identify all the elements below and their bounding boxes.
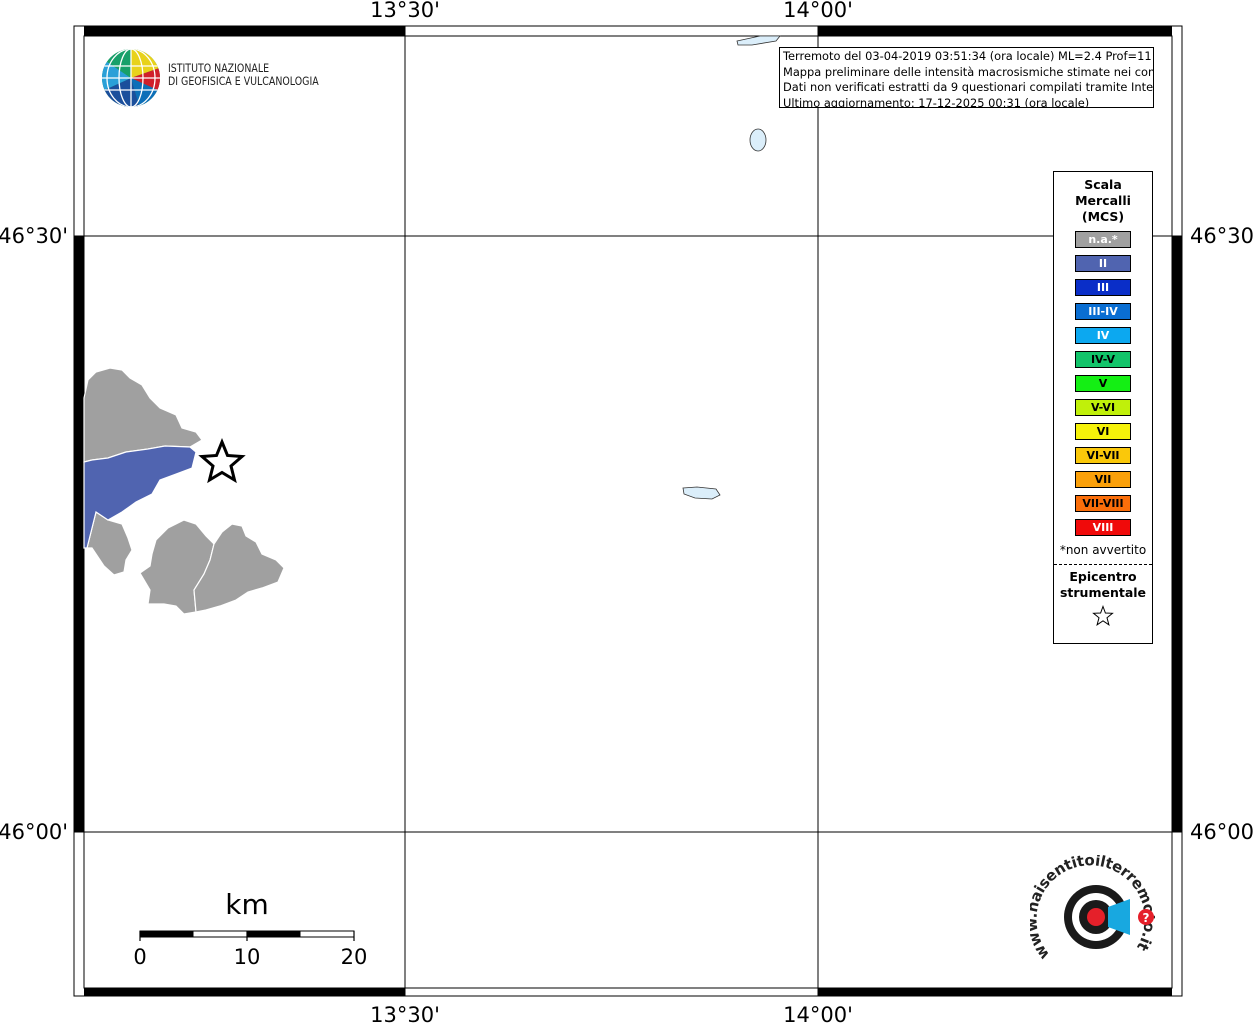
- legend-swatch: IV-V: [1075, 351, 1131, 368]
- legend-swatch: VI: [1075, 423, 1131, 440]
- lat-label-left-2: 46°00': [0, 820, 68, 844]
- legend-swatch: II: [1075, 255, 1131, 272]
- ingv-name-line2: DI GEOFISICA E VULCANOLOGIA: [168, 74, 319, 88]
- event-info-box: Terremoto del 03-04-2019 03:51:34 (ora l…: [779, 47, 1154, 108]
- legend-swatch: VII-VIII: [1075, 495, 1131, 512]
- frame-segment: [74, 236, 84, 832]
- legend-swatches: n.a.* II III III-IV IV IV-V V V-VI VI VI-VII VII VI…: [1054, 231, 1152, 536]
- intensity-legend: Scala Mercalli (MCS) n.a.* II III III-IV IV I…: [1053, 171, 1153, 644]
- scale-bar-segment: [140, 931, 194, 937]
- legend-title-line: (MCS): [1081, 209, 1125, 224]
- lat-label-left-1: 46°30': [0, 224, 68, 248]
- event-info-line: Dati non verificati estratti da 9 questi…: [783, 80, 1154, 95]
- scale-bar-graphic: km 0 10 20: [133, 888, 368, 969]
- legend-swatch: V: [1075, 375, 1131, 392]
- lon-label-bottom-1: 13°30': [370, 1003, 440, 1024]
- lat-label-right-1: 46°30': [1190, 224, 1255, 248]
- frame-segment: [1172, 236, 1182, 832]
- legend-swatch: n.a.*: [1075, 231, 1131, 248]
- scale-bar-unit: km: [225, 888, 269, 921]
- lon-label-top-1: 13°30': [370, 0, 440, 22]
- scale-tick-label: 0: [133, 945, 146, 969]
- frame-segment: [818, 988, 1172, 996]
- legend-swatch: VII: [1075, 471, 1131, 488]
- legend-title-line: Scala: [1084, 177, 1122, 192]
- legend-epicenter-line: strumentale: [1059, 585, 1147, 600]
- event-info-line: Ultimo aggiornamento: 17-12-2025 00:31 (…: [783, 95, 1090, 108]
- ingv-name: ISTITUTO NAZIONALE DI GEOFISICA E VULCAN…: [168, 62, 319, 88]
- legend-title-line: Mercalli: [1075, 193, 1131, 208]
- ingv-logo: ISTITUTO NAZIONALE DI GEOFISICA E VULCAN…: [100, 47, 320, 109]
- lon-label-bottom-2: 14°00': [783, 1003, 853, 1024]
- haisentito-logo-graphic: www.haisentitoilterremoto.it ?: [1022, 851, 1159, 963]
- lon-label-top-2: 14°00': [783, 0, 853, 22]
- haisentito-logo: www.haisentitoilterremoto.it ?: [1022, 851, 1160, 975]
- legend-note: *non avvertito: [1059, 543, 1147, 557]
- frame-segment: [84, 988, 405, 996]
- legend-swatch: III: [1075, 279, 1131, 296]
- legend-swatch: IV: [1075, 327, 1131, 344]
- legend-swatch: III-IV: [1075, 303, 1131, 320]
- frame-segment: [84, 26, 405, 36]
- star-outline-icon: [1092, 605, 1114, 626]
- scale-bar-segment: [247, 931, 301, 937]
- lake: [749, 128, 767, 152]
- legend-title: Scala Mercalli (MCS): [1054, 177, 1152, 225]
- legend-separator: [1054, 564, 1152, 565]
- legend-swatch: VI-VII: [1075, 447, 1131, 464]
- scale-tick-label: 20: [341, 945, 368, 969]
- scale-tick-label: 10: [234, 945, 261, 969]
- ingv-globe-icon: [102, 49, 160, 107]
- question-mark-icon: ?: [1143, 911, 1150, 925]
- legend-swatch: VIII: [1075, 519, 1131, 536]
- map-area: [84, 36, 1172, 988]
- target-center: [1087, 908, 1105, 926]
- scale-bar: km 0 10 20: [120, 885, 380, 975]
- legend-epicenter-label: Epicentro strumentale: [1054, 569, 1152, 601]
- event-info-line: Terremoto del 03-04-2019 03:51:34 (ora l…: [783, 49, 1154, 63]
- lat-label-right-2: 46°00': [1190, 820, 1255, 844]
- legend-swatch: V-VI: [1075, 399, 1131, 416]
- event-info-line: Mappa preliminare delle intensità macros…: [783, 64, 1154, 79]
- frame-segment: [818, 26, 1172, 36]
- legend-epicenter-line: Epicentro: [1069, 569, 1137, 584]
- legend-epicenter-star: [1054, 605, 1152, 631]
